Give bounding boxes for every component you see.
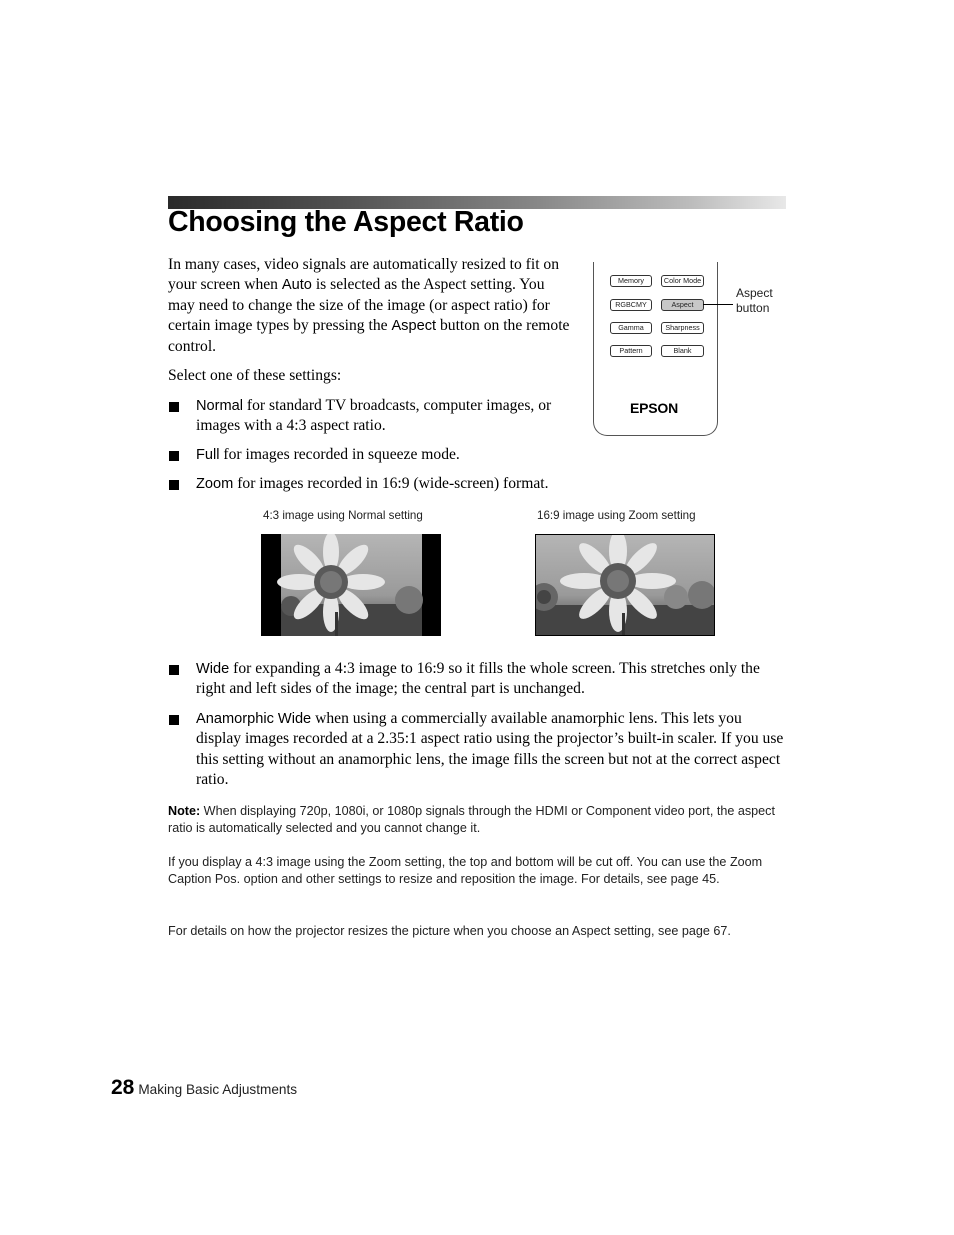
intro-paragraph: In many cases, video signals are automat… xyxy=(168,255,573,357)
sunflower-zoom-photo xyxy=(535,534,715,636)
bullet-square-icon xyxy=(169,480,179,490)
remote-button-pattern: Pattern xyxy=(610,345,652,357)
bullet-square-icon xyxy=(169,402,179,412)
remote-button-color-mode: Color Mode xyxy=(661,275,704,287)
setting-text: Anamorphic Wide when using a commerciall… xyxy=(196,709,788,791)
note-label: Note: xyxy=(168,804,201,818)
setting-name: Zoom xyxy=(196,476,234,492)
remote-button-sharpness: Sharpness xyxy=(661,322,704,334)
setting-desc: for images recorded in 16:9 (wide-screen… xyxy=(233,475,549,492)
chapter-title: Making Basic Adjustments xyxy=(138,1082,298,1097)
remote-button-memory: Memory xyxy=(610,275,652,287)
select-prompt: Select one of these settings: xyxy=(168,367,342,384)
note-page-reference: For details on how the projector resizes… xyxy=(168,924,731,938)
callout-line-1: Aspect xyxy=(736,286,773,300)
callout-leader-line xyxy=(703,304,733,305)
note-text: When displaying 720p, 1080i, or 1080p si… xyxy=(168,804,775,835)
remote-button-rgbcmy: RGBCMY xyxy=(610,299,652,311)
page-footer: 28 Making Basic Adjustments xyxy=(111,1076,297,1100)
remote-control-illustration: Memory Color Mode RGBCMY Aspect Gamma Sh… xyxy=(593,262,718,436)
setting-desc: for expanding a 4:3 image to 16:9 so it … xyxy=(196,660,760,698)
figure-caption-zoom: 16:9 image using Zoom setting xyxy=(537,509,696,522)
keyword-auto: Auto xyxy=(281,277,312,294)
bullet-square-icon xyxy=(169,665,179,675)
setting-name: Normal xyxy=(196,398,244,414)
page-title: Choosing the Aspect Ratio xyxy=(168,206,524,238)
callout-line-2: button xyxy=(736,301,770,315)
figure-caption-normal: 4:3 image using Normal setting xyxy=(263,509,423,522)
bullet-square-icon xyxy=(169,451,179,461)
sunflower-normal-photo xyxy=(261,534,441,636)
note-zoom-caption: If you display a 4:3 image using the Zoo… xyxy=(168,855,763,886)
setting-text: Wide for expanding a 4:3 image to 16:9 s… xyxy=(196,659,788,700)
remote-button-aspect: Aspect xyxy=(661,299,704,311)
setting-text: Normal for standard TV broadcasts, compu… xyxy=(196,396,568,437)
setting-desc: for images recorded in squeeze mode. xyxy=(219,446,460,463)
aspect-button-callout: Aspect button xyxy=(736,286,773,316)
epson-logo: EPSON xyxy=(630,400,679,416)
remote-button-blank: Blank xyxy=(661,345,704,357)
setting-desc: for standard TV broadcasts, computer ima… xyxy=(196,397,552,435)
setting-name: Anamorphic Wide xyxy=(196,711,312,727)
setting-text: Zoom for images recorded in 16:9 (wide-s… xyxy=(196,474,606,494)
setting-text: Full for images recorded in squeeze mode… xyxy=(196,445,596,465)
setting-name: Full xyxy=(196,447,220,463)
page-number: 28 xyxy=(111,1076,135,1099)
remote-button-gamma: Gamma xyxy=(610,322,652,334)
sunflower-photo-icon xyxy=(536,535,714,635)
keyword-aspect: Aspect xyxy=(391,318,437,335)
bullet-square-icon xyxy=(169,715,179,725)
note-hdmi: Note: When displaying 720p, 1080i, or 10… xyxy=(168,803,788,837)
setting-name: Wide xyxy=(196,661,230,677)
sunflower-photo-icon xyxy=(261,534,441,636)
